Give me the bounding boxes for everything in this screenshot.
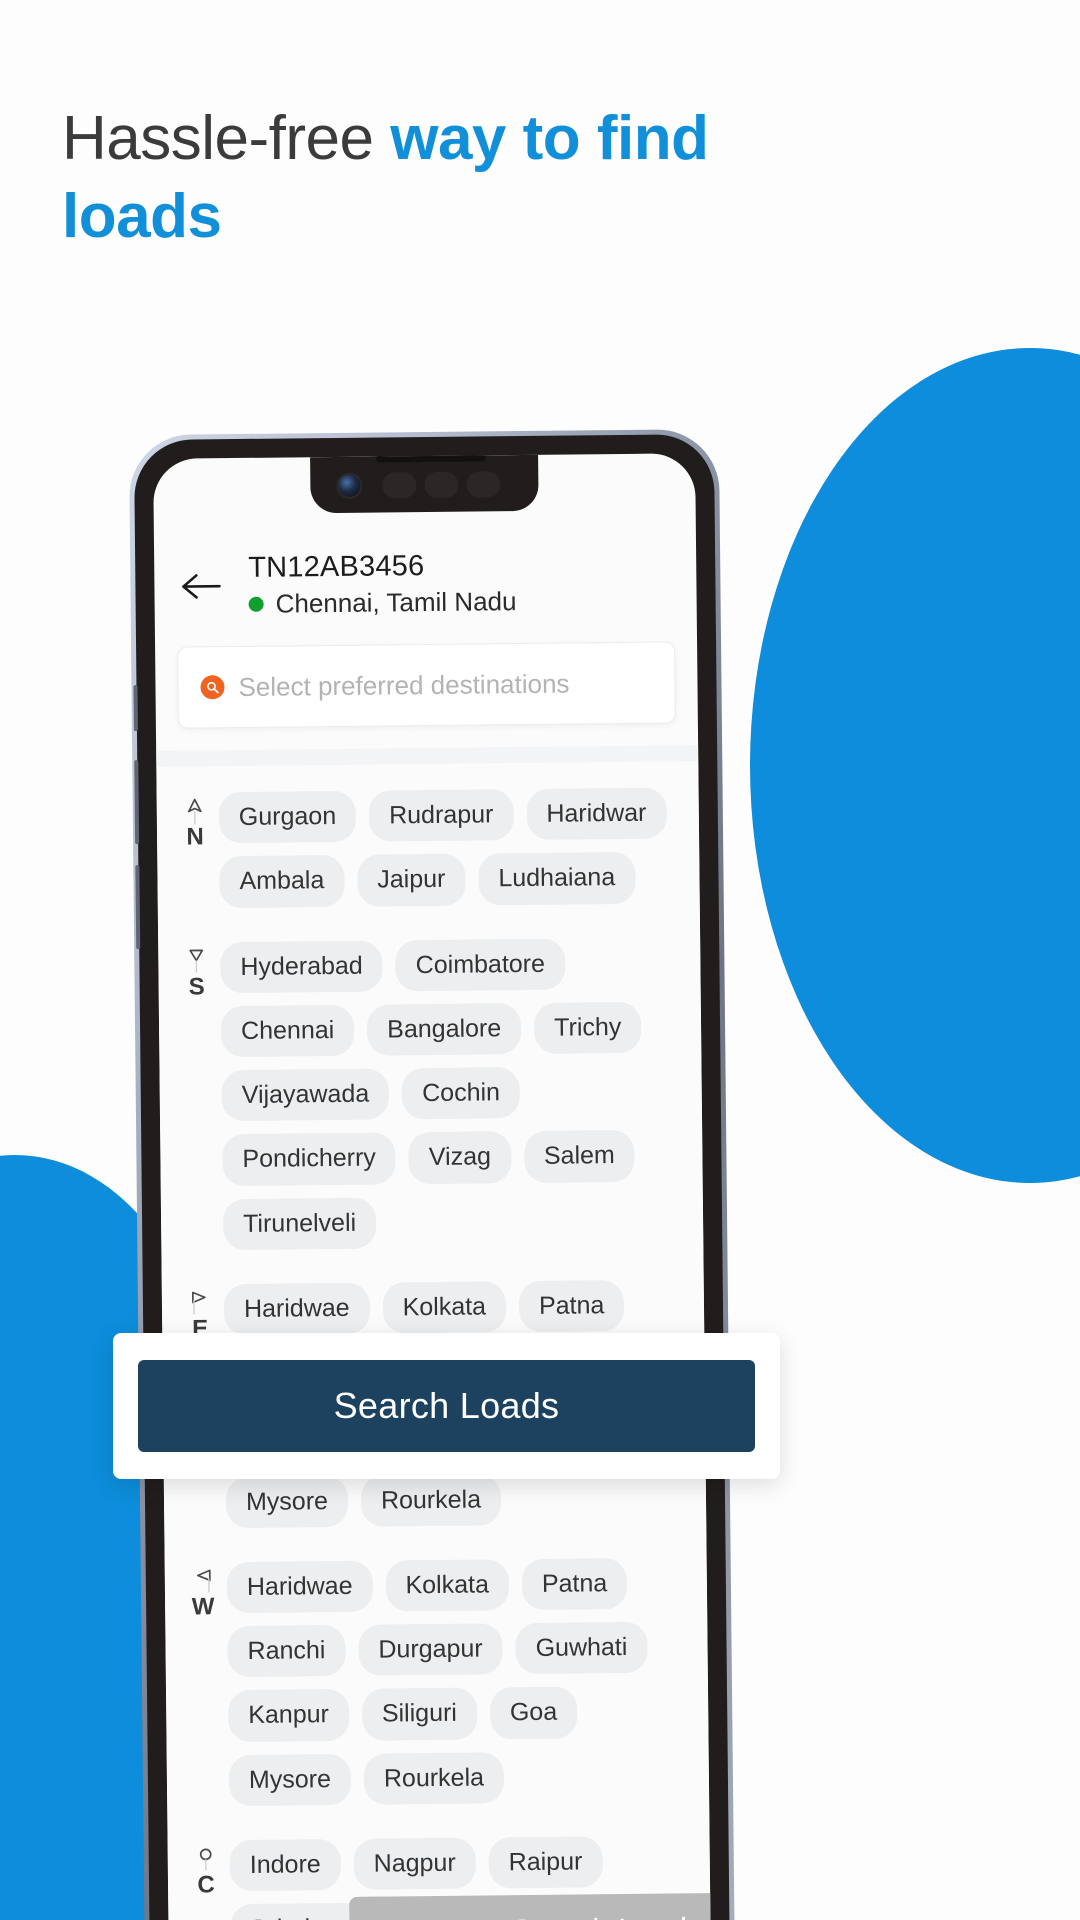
- svg-text:N: N: [186, 823, 204, 850]
- chip[interactable]: Tirunelveli: [222, 1197, 377, 1250]
- green-dot-icon: [248, 596, 264, 612]
- chip[interactable]: Indore: [229, 1838, 341, 1892]
- chip[interactable]: Patna: [518, 1279, 625, 1333]
- chip[interactable]: Gurgaon: [218, 790, 357, 844]
- app-content: TN12AB3456 Chennai, Tamil Nadu Select pr…: [153, 453, 711, 1920]
- sensor-icon-2: [424, 471, 459, 499]
- chips-south: Hyderabad Coimbatore Chennai Bangalore T…: [220, 937, 687, 1250]
- chips-north: Gurgaon Rudrapur Haridwar Ambala Jaipur …: [218, 787, 684, 908]
- sensor-icon-3: [466, 471, 501, 498]
- chip[interactable]: Durgapur: [358, 1623, 503, 1677]
- decorative-blob-right: [750, 348, 1080, 1183]
- chip[interactable]: Ranchi: [227, 1624, 346, 1678]
- direction-group-south: S Hyderabad Coimbatore Chennai Bangalore…: [174, 911, 688, 1259]
- current-location-label: Chennai, Tamil Nadu: [275, 586, 517, 619]
- chip[interactable]: Nagpur: [353, 1837, 476, 1890]
- compass-south-icon: S: [174, 942, 219, 1000]
- chip[interactable]: Rudrapur: [368, 789, 514, 842]
- back-button[interactable]: [180, 565, 222, 607]
- search-icon: [200, 675, 225, 700]
- chip[interactable]: Rourkela: [363, 1751, 505, 1805]
- chip[interactable]: Pondicherry: [222, 1132, 397, 1186]
- chip[interactable]: Kolkata: [385, 1558, 510, 1612]
- search-loads-button[interactable]: Search Loads: [138, 1360, 755, 1452]
- chip[interactable]: Goa: [489, 1686, 578, 1739]
- compass-west-icon: W: [181, 1562, 226, 1620]
- chip[interactable]: Cochin: [401, 1067, 521, 1120]
- search-placeholder: Select preferred destinations: [238, 668, 570, 702]
- chip[interactable]: Siliguri: [361, 1687, 478, 1741]
- header-texts: TN12AB3456 Chennai, Tamil Nadu: [248, 549, 517, 620]
- phone-side-button-volume-up: [134, 760, 140, 845]
- search-loads-card: Search Loads: [113, 1333, 780, 1479]
- chip[interactable]: Vijayawada: [221, 1068, 390, 1122]
- chip[interactable]: Haridwae: [226, 1560, 373, 1614]
- direction-group-north: N Gurgaon Rudrapur Haridwar Ambala Jaipu…: [172, 761, 684, 916]
- chip[interactable]: Coimbatore: [395, 938, 566, 992]
- svg-text:S: S: [188, 973, 204, 1000]
- phone-notch: [310, 454, 539, 514]
- chip[interactable]: Mysore: [228, 1753, 352, 1806]
- arrow-left-icon: [182, 574, 221, 599]
- front-camera-icon: [336, 472, 363, 499]
- vehicle-number: TN12AB3456: [248, 550, 425, 584]
- app-header: TN12AB3456 Chennai, Tamil Nadu: [154, 511, 697, 639]
- direction-group-west: W Haridwae Kolkata Patna Ranchi Durgapur: [180, 1531, 693, 1814]
- phone-side-button-mute: [133, 685, 138, 732]
- current-location-row: Chennai, Tamil Nadu: [248, 586, 517, 620]
- chip[interactable]: Bangalore: [366, 1002, 522, 1056]
- chip[interactable]: Jabalpur: [230, 1902, 367, 1920]
- chip[interactable]: Guwhati: [515, 1621, 648, 1675]
- chip[interactable]: Rourkela: [360, 1473, 502, 1527]
- compass-north-icon: N: [173, 792, 218, 851]
- headline-plain: Hassle-free: [62, 104, 391, 173]
- chip[interactable]: Kolkata: [382, 1280, 507, 1334]
- chip[interactable]: Ludhaiana: [478, 852, 636, 905]
- phone-mockup: TN12AB3456 Chennai, Tamil Nadu Select pr…: [128, 428, 736, 1920]
- phone-side-button-volume-down: [135, 865, 141, 950]
- bottom-search-loads-button[interactable]: Search Loads: [349, 1891, 711, 1920]
- phone-body: TN12AB3456 Chennai, Tamil Nadu Select pr…: [133, 434, 731, 1920]
- chip[interactable]: Hyderabad: [220, 940, 383, 993]
- chip[interactable]: Vizag: [408, 1131, 512, 1184]
- chips-west: Haridwae Kolkata Patna Ranchi Durgapur G…: [226, 1557, 694, 1806]
- compass-central-icon: C: [184, 1840, 229, 1898]
- phone-screen: TN12AB3456 Chennai, Tamil Nadu Select pr…: [153, 453, 711, 1920]
- phone-frame: TN12AB3456 Chennai, Tamil Nadu Select pr…: [128, 428, 736, 1920]
- page-title: Hassle-free way to find loads: [62, 100, 802, 255]
- sensor-icon-1: [382, 472, 417, 499]
- magnifier-glyph: [207, 681, 219, 694]
- chip[interactable]: Kanpur: [227, 1689, 350, 1742]
- chip[interactable]: Raipur: [488, 1836, 603, 1889]
- chip[interactable]: Jaipur: [357, 853, 466, 907]
- chip[interactable]: Haridwar: [526, 787, 667, 841]
- chip[interactable]: Chennai: [220, 1004, 355, 1058]
- promo-screenshot: Hassle-free way to find loads TN12AB3456…: [0, 0, 1080, 1920]
- chip[interactable]: Salem: [523, 1130, 636, 1183]
- svg-text:C: C: [197, 1871, 215, 1898]
- chip[interactable]: Ambala: [219, 855, 345, 908]
- chip[interactable]: Mysore: [225, 1475, 349, 1528]
- chip[interactable]: Haridwae: [223, 1282, 370, 1336]
- chip[interactable]: Patna: [521, 1557, 628, 1611]
- chip[interactable]: Trichy: [533, 1001, 642, 1054]
- svg-text:W: W: [192, 1593, 215, 1620]
- destination-search-input[interactable]: Select preferred destinations: [177, 641, 676, 729]
- earpiece-speaker: [376, 454, 487, 463]
